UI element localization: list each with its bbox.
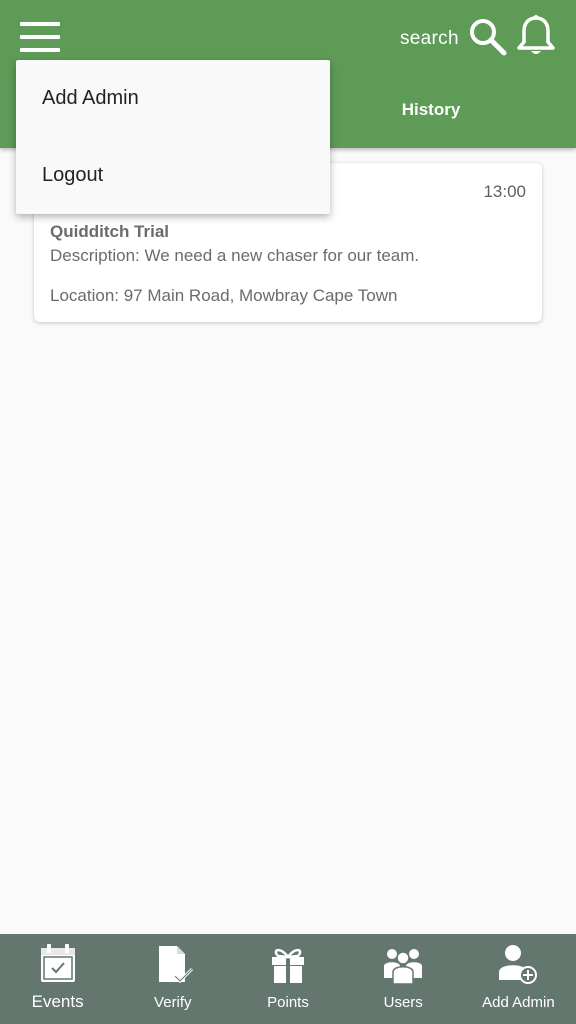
event-time: 13:00 <box>483 182 526 201</box>
add-user-icon <box>499 945 538 984</box>
event-description: Description: We need a new chaser for ou… <box>50 246 420 265</box>
nav-label-events: Events <box>31 992 84 1011</box>
bottom-nav: Events Verify Points Users Add Admin <box>0 934 576 1024</box>
users-icon <box>384 949 423 985</box>
menu-icon[interactable] <box>20 22 60 52</box>
search-label[interactable]: search <box>400 28 459 50</box>
gift-icon <box>272 948 304 983</box>
nav-label-points: Points <box>267 994 309 1011</box>
bell-icon[interactable] <box>516 14 556 58</box>
menu-item-add-admin[interactable]: Add Admin <box>16 60 330 137</box>
nav-label-users: Users <box>383 994 423 1011</box>
search-icon[interactable] <box>466 15 508 57</box>
event-title: Quidditch Trial <box>50 222 170 241</box>
nav-item-verify[interactable]: Verify <box>115 934 230 1024</box>
event-location: Location: 97 Main Road, Mowbray Cape Tow… <box>50 286 398 305</box>
nav-label-verify: Verify <box>154 994 192 1011</box>
nav-item-users[interactable]: Users <box>346 934 461 1024</box>
menu-item-logout[interactable]: Logout <box>16 137 330 214</box>
nav-label-add-admin: Add Admin <box>482 994 555 1011</box>
document-check-icon <box>158 946 193 984</box>
overflow-menu: Add Admin Logout <box>16 60 330 214</box>
nav-item-events[interactable]: Events <box>0 934 115 1024</box>
tab-history[interactable]: History <box>372 100 490 120</box>
nav-item-points[interactable]: Points <box>230 934 345 1024</box>
calendar-check-icon <box>40 944 75 982</box>
nav-item-add-admin[interactable]: Add Admin <box>461 934 576 1024</box>
